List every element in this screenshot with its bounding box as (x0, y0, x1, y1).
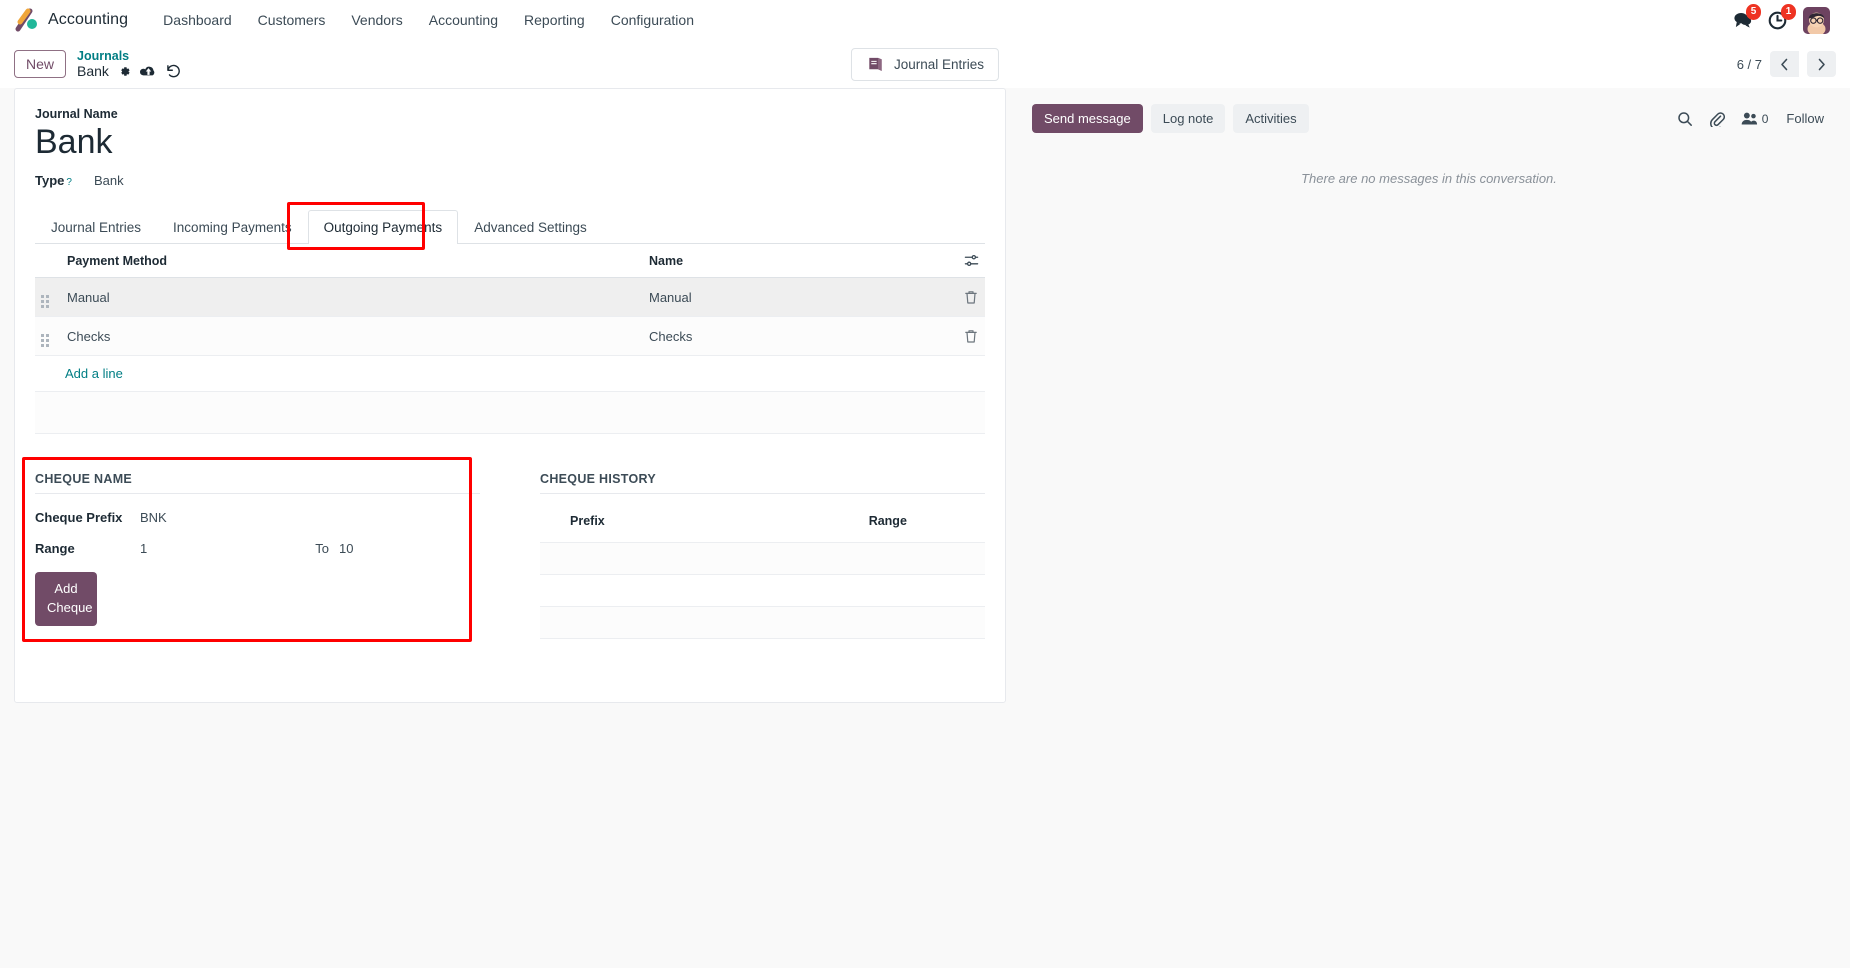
cheque-prefix-row: Cheque Prefix BNK (35, 510, 480, 525)
journal-entries-smart-button-label: Journal Entries (893, 56, 985, 72)
gear-icon[interactable] (118, 65, 131, 78)
send-message-button[interactable]: Send message (1032, 104, 1143, 133)
nav-item-configuration[interactable]: Configuration (598, 6, 707, 34)
cheque-history-empty-row (540, 542, 985, 576)
nav-item-customers[interactable]: Customers (245, 6, 339, 34)
optional-columns-icon[interactable] (958, 244, 985, 279)
add-a-line-link[interactable]: Add a line (41, 366, 123, 381)
cheque-name-group: Cheque Name Cheque Prefix BNK Range 1 To… (22, 457, 480, 643)
row-payment-method[interactable]: Checks (61, 316, 643, 357)
journal-entries-smart-button[interactable]: Journal Entries (850, 47, 1000, 81)
cheque-history-empty-row (540, 606, 985, 640)
name-column-header: Name (643, 244, 958, 279)
cheque-name-title: Cheque Name (35, 472, 480, 495)
pager-previous-button[interactable] (1770, 51, 1799, 77)
cheque-history-prefix-header: Prefix (540, 504, 629, 544)
list-filler-strip (35, 392, 985, 435)
cheque-range-label: Range (35, 541, 75, 557)
chatter-panel: Send message Log note Activities 0 Follo… (1020, 88, 1850, 968)
activities-badge: 1 (1781, 3, 1796, 20)
log-note-button[interactable]: Log note (1150, 104, 1226, 133)
book-icon (866, 55, 885, 74)
add-line-row[interactable]: Add a line (35, 355, 985, 393)
help-question-icon[interactable]: ? (66, 177, 72, 188)
followers-icon[interactable]: 0 (1741, 111, 1769, 126)
cheque-history-table: Prefix Range (540, 504, 985, 640)
cheque-prefix-value[interactable]: BNK (140, 510, 167, 525)
systray: 5 1 (1733, 3, 1836, 34)
journal-name-label: Journal Name (35, 107, 118, 121)
cheque-range-to-value[interactable]: 10 (339, 541, 353, 556)
pager-next-button[interactable] (1807, 51, 1836, 77)
nav-item-reporting[interactable]: Reporting (511, 6, 598, 34)
chatter-empty-message: There are no messages in this conversati… (1301, 171, 1557, 186)
payment-methods-table: Payment Method Name Manual Manual Checks… (35, 244, 985, 393)
main-content: Journal Name Bank Type? Bank Journal Ent… (0, 88, 1850, 968)
table-row[interactable]: Manual Manual (35, 277, 985, 318)
nav-item-dashboard[interactable]: Dashboard (150, 6, 245, 34)
chatter-toolbar: Send message Log note Activities 0 Follo… (1032, 104, 1826, 133)
pager: 6 / 7 (1737, 51, 1836, 77)
drag-handle-icon[interactable] (35, 316, 61, 357)
form-notebook-tabs: Journal Entries Incoming Payments Outgoi… (35, 202, 985, 251)
row-payment-method[interactable]: Manual (61, 277, 643, 318)
row-name[interactable]: Manual (643, 277, 958, 318)
smart-buttons: Journal Entries (850, 47, 1000, 81)
cheque-range-to-label: To (315, 541, 329, 557)
type-value[interactable]: Bank (94, 173, 124, 188)
nav-item-vendors[interactable]: Vendors (338, 6, 415, 34)
handle-column-header (35, 244, 61, 279)
activities-button[interactable]: Activities (1233, 104, 1309, 133)
journal-name-value[interactable]: Bank (35, 123, 985, 161)
cheque-history-group: Cheque History Prefix Range (540, 472, 985, 640)
breadcrumb: Journals Bank (77, 49, 181, 79)
nav-item-accounting[interactable]: Accounting (416, 6, 511, 34)
cheque-range-row: Range 1 To 10 (35, 541, 480, 556)
row-name[interactable]: Checks (643, 316, 958, 357)
settings-groups: Cheque Name Cheque Prefix BNK Range 1 To… (22, 457, 985, 643)
cheque-history-title: Cheque History (540, 472, 985, 495)
clock-activities-icon[interactable]: 1 (1768, 3, 1796, 30)
type-field-row: Type? Bank (35, 173, 985, 188)
cloud-upload-icon[interactable] (139, 65, 157, 78)
top-navbar: Accounting Dashboard Customers Vendors A… (0, 0, 1850, 40)
table-header-row: Payment Method Name (35, 244, 985, 279)
follow-button[interactable]: Follow (1784, 107, 1826, 130)
user-avatar[interactable] (1803, 6, 1830, 34)
cheque-history-header-row: Prefix Range (540, 504, 985, 544)
tab-journal-entries[interactable]: Journal Entries (35, 210, 157, 244)
messages-badge: 5 (1746, 4, 1761, 20)
odoo-logo-icon[interactable] (14, 7, 40, 33)
payment-method-column-header: Payment Method (61, 244, 643, 279)
breadcrumb-parent-journals[interactable]: Journals (77, 49, 181, 63)
search-icon[interactable] (1677, 111, 1693, 127)
tab-advanced-settings[interactable]: Advanced Settings (458, 210, 603, 244)
trash-icon[interactable] (958, 316, 985, 357)
breadcrumb-current-record: Bank (77, 63, 109, 80)
followers-count: 0 (1761, 111, 1769, 126)
cheque-history-range-header: Range (628, 504, 985, 544)
cheque-prefix-label: Cheque Prefix (35, 510, 123, 526)
tab-incoming-payments[interactable]: Incoming Payments (157, 210, 308, 244)
new-button[interactable]: New (14, 49, 67, 79)
pager-value: 6 / 7 (1736, 56, 1762, 72)
cheque-range-from-value[interactable]: 1 (140, 541, 147, 556)
tab-outgoing-payments[interactable]: Outgoing Payments (307, 210, 459, 245)
type-label: Type (35, 173, 65, 189)
drag-handle-icon[interactable] (35, 277, 61, 318)
form-area: Journal Name Bank Type? Bank Journal Ent… (0, 88, 1020, 968)
journal-form-sheet: Journal Name Bank Type? Bank Journal Ent… (14, 88, 1006, 703)
add-cheque-button[interactable]: Add Cheque (35, 572, 97, 626)
control-panel: New Journals Bank Journal Entries 6 / 7 (0, 40, 1850, 88)
paperclip-icon[interactable] (1709, 111, 1725, 127)
trash-icon[interactable] (958, 277, 985, 318)
messages-icon[interactable]: 5 (1733, 4, 1761, 29)
undo-icon[interactable] (166, 64, 181, 78)
brand-name[interactable]: Accounting (48, 11, 128, 29)
cheque-history-empty-row (540, 574, 985, 608)
chatter-tools: 0 Follow (1677, 107, 1826, 130)
table-row[interactable]: Checks Checks (35, 316, 985, 357)
